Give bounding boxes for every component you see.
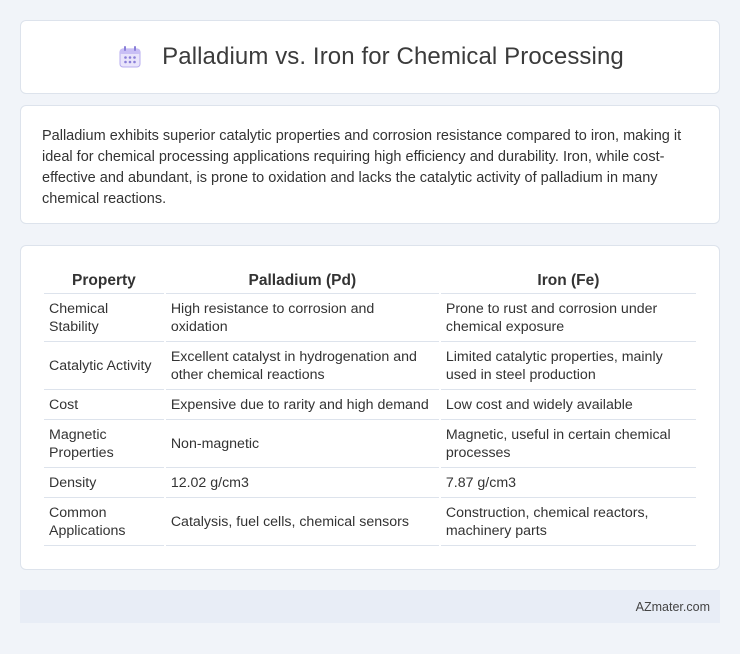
table-row: Chemical Stability High resistance to co… (44, 294, 696, 342)
header-card: Palladium vs. Iron for Chemical Processi… (20, 20, 720, 94)
page-title: Palladium vs. Iron for Chemical Processi… (162, 43, 624, 70)
palladium-cell: 12.02 g/cm3 (165, 468, 439, 498)
iron-cell: Limited catalytic properties, mainly use… (440, 342, 696, 390)
table-header-row: Property Palladium (Pd) Iron (Fe) (44, 266, 696, 294)
palladium-cell: Excellent catalyst in hydrogenation and … (165, 342, 439, 390)
iron-cell: Magnetic, useful in certain chemical pro… (440, 420, 696, 468)
table-row: Magnetic Properties Non-magnetic Magneti… (44, 420, 696, 468)
iron-cell: 7.87 g/cm3 (440, 468, 696, 498)
property-cell: Chemical Stability (44, 294, 164, 342)
iron-cell: Prone to rust and corrosion under chemic… (440, 294, 696, 342)
footer-source: AZmater.com (635, 599, 710, 614)
summary-text: Palladium exhibits superior catalytic pr… (42, 128, 682, 207)
property-cell: Density (44, 468, 164, 498)
property-cell: Cost (44, 390, 164, 420)
header-property: Property (44, 266, 164, 294)
palladium-cell: Expensive due to rarity and high demand (165, 390, 439, 420)
iron-cell: Construction, chemical reactors, machine… (440, 498, 696, 546)
header-iron: Iron (Fe) (440, 266, 696, 294)
title-wrap: Palladium vs. Iron for Chemical Processi… (116, 43, 624, 71)
property-cell: Common Applications (44, 498, 164, 546)
table-row: Catalytic Activity Excellent catalyst in… (44, 342, 696, 390)
comparison-table: Property Palladium (Pd) Iron (Fe) Chemic… (42, 266, 698, 546)
header-palladium: Palladium (Pd) (165, 266, 439, 294)
iron-cell: Low cost and widely available (440, 390, 696, 420)
property-cell: Catalytic Activity (44, 342, 164, 390)
table-row: Common Applications Catalysis, fuel cell… (44, 498, 696, 546)
palladium-cell: Catalysis, fuel cells, chemical sensors (165, 498, 439, 546)
footer-bar: AZmater.com (20, 590, 720, 623)
table-card: Property Palladium (Pd) Iron (Fe) Chemic… (20, 245, 720, 570)
calendar-icon (116, 43, 144, 71)
summary-card: Palladium exhibits superior catalytic pr… (20, 105, 720, 224)
table-row: Cost Expensive due to rarity and high de… (44, 390, 696, 420)
table-row: Density 12.02 g/cm3 7.87 g/cm3 (44, 468, 696, 498)
palladium-cell: High resistance to corrosion and oxidati… (165, 294, 439, 342)
palladium-cell: Non-magnetic (165, 420, 439, 468)
property-cell: Magnetic Properties (44, 420, 164, 468)
